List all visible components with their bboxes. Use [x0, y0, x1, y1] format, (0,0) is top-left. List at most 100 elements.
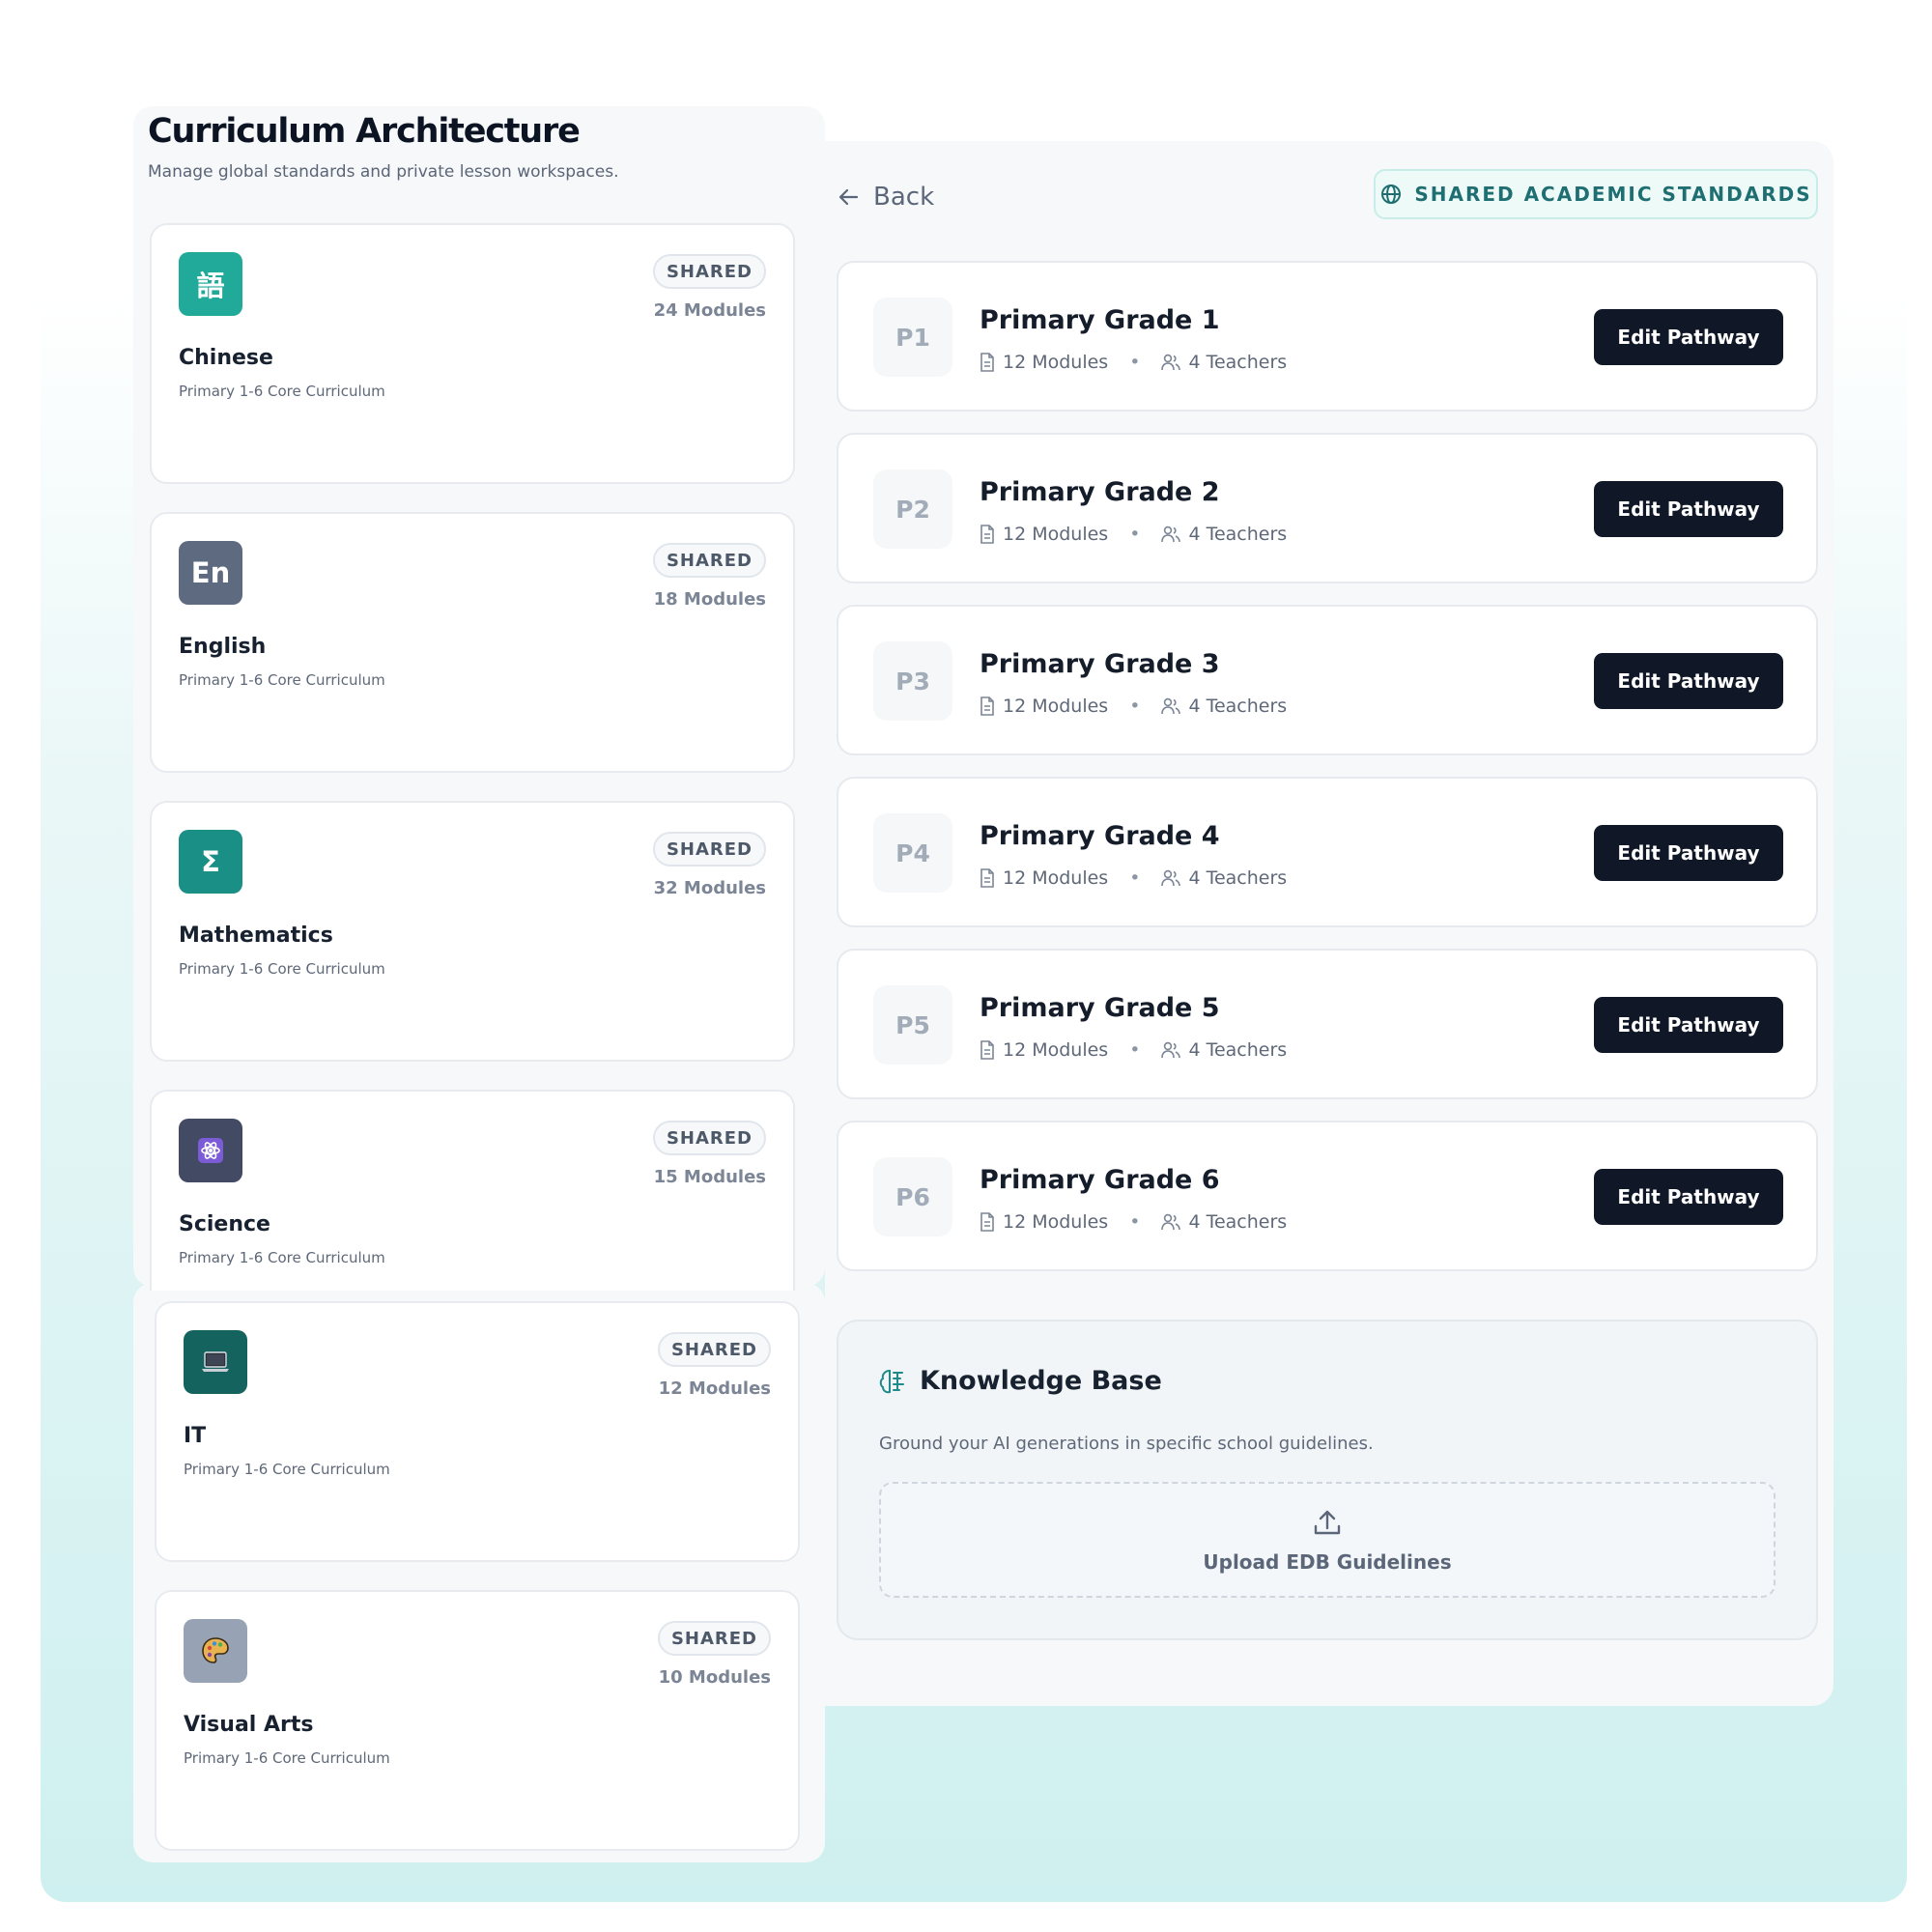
shared-badge: SHARED — [652, 543, 766, 578]
document-icon — [980, 1040, 994, 1060]
knowledge-base-description: Ground your AI generations in specific s… — [879, 1434, 1374, 1454]
module-count: 24 Modules — [653, 300, 766, 321]
separator-dot: • — [1129, 1039, 1141, 1061]
teachers-icon — [1161, 869, 1181, 887]
teachers-icon — [1161, 697, 1181, 715]
grade-title: Primary Grade 6 — [980, 1165, 1220, 1195]
subject-description: Primary 1-6 Core Curriculum — [179, 383, 385, 400]
subject-card-science[interactable]: SHARED 15 Modules Science Primary 1-6 Co… — [150, 1090, 795, 1291]
grade-card-p3: P3 Primary Grade 3 12 Modules • 4 Teache… — [837, 605, 1818, 755]
grade-modules: 12 Modules — [1003, 524, 1109, 545]
grade-title: Primary Grade 5 — [980, 993, 1220, 1023]
subject-name: Mathematics — [179, 923, 333, 948]
palette-glyph-icon — [202, 1637, 229, 1663]
module-count: 15 Modules — [653, 1167, 766, 1187]
grade-teachers: 4 Teachers — [1188, 1039, 1288, 1061]
grade-teachers: 4 Teachers — [1188, 696, 1288, 717]
atom-glyph-icon — [198, 1138, 223, 1163]
subject-name: Chinese — [179, 346, 273, 370]
shared-badge: SHARED — [652, 832, 766, 867]
subject-description: Primary 1-6 Core Curriculum — [179, 1249, 385, 1266]
knowledge-base-card: Knowledge Base Ground your AI generation… — [837, 1320, 1818, 1640]
grade-title: Primary Grade 1 — [980, 305, 1220, 335]
grade-modules: 12 Modules — [1003, 1211, 1109, 1233]
sigma-icon: Σ — [179, 830, 242, 894]
grade-card-p2: P2 Primary Grade 2 12 Modules • 4 Teache… — [837, 433, 1818, 583]
grade-tag: P4 — [873, 813, 952, 893]
brain-icon — [879, 1369, 904, 1393]
chinese-character-icon: 語 — [179, 252, 242, 316]
grade-teachers: 4 Teachers — [1188, 524, 1288, 545]
teachers-icon — [1161, 526, 1181, 543]
teachers-icon — [1161, 1213, 1181, 1231]
edit-pathway-button[interactable]: Edit Pathway — [1594, 825, 1783, 881]
document-icon — [980, 696, 994, 716]
upload-dropzone[interactable]: Upload EDB Guidelines — [879, 1482, 1776, 1598]
grade-title: Primary Grade 4 — [980, 821, 1220, 851]
subject-description: Primary 1-6 Core Curriculum — [184, 1461, 390, 1478]
grade-tag: P1 — [873, 298, 952, 377]
subject-description: Primary 1-6 Core Curriculum — [179, 671, 385, 689]
knowledge-base-header: Knowledge Base — [879, 1366, 1162, 1396]
shared-badge: SHARED — [657, 1621, 771, 1656]
subject-description: Primary 1-6 Core Curriculum — [184, 1749, 390, 1767]
subject-card-english[interactable]: En SHARED 18 Modules English Primary 1-6… — [150, 512, 795, 773]
upload-icon — [1314, 1510, 1341, 1535]
grade-modules: 12 Modules — [1003, 1039, 1109, 1061]
shared-standards-badge: SHARED ACADEMIC STANDARDS — [1374, 169, 1818, 219]
back-button[interactable]: Back — [837, 178, 934, 216]
separator-dot: • — [1129, 352, 1141, 373]
grade-card-p5: P5 Primary Grade 5 12 Modules • 4 Teache… — [837, 949, 1818, 1099]
separator-dot: • — [1129, 867, 1141, 889]
subject-card-it[interactable]: SHARED 12 Modules IT Primary 1-6 Core Cu… — [155, 1301, 800, 1562]
laptop-glyph-icon — [202, 1351, 229, 1372]
edit-pathway-button[interactable]: Edit Pathway — [1594, 481, 1783, 537]
laptop-icon — [184, 1330, 247, 1394]
edit-pathway-button[interactable]: Edit Pathway — [1594, 1169, 1783, 1225]
grade-meta: 12 Modules • 4 Teachers — [980, 867, 1287, 889]
grade-modules: 12 Modules — [1003, 352, 1109, 373]
separator-dot: • — [1129, 524, 1141, 545]
document-icon — [980, 353, 994, 372]
edit-pathway-button[interactable]: Edit Pathway — [1594, 309, 1783, 365]
grade-meta: 12 Modules • 4 Teachers — [980, 352, 1287, 373]
subject-name: IT — [184, 1424, 207, 1448]
arrow-left-icon — [838, 188, 859, 206]
grade-modules: 12 Modules — [1003, 867, 1109, 889]
english-letters-icon: En — [179, 541, 242, 605]
subject-name: Science — [179, 1212, 270, 1236]
subject-card-visual-arts[interactable]: SHARED 10 Modules Visual Arts Primary 1-… — [155, 1590, 800, 1851]
page-title: Curriculum Architecture — [148, 112, 581, 151]
grade-tag: P5 — [873, 985, 952, 1065]
grade-card-p4: P4 Primary Grade 4 12 Modules • 4 Teache… — [837, 777, 1818, 927]
palette-icon — [184, 1619, 247, 1683]
grade-teachers: 4 Teachers — [1188, 1211, 1288, 1233]
subject-description: Primary 1-6 Core Curriculum — [179, 960, 385, 978]
grade-meta: 12 Modules • 4 Teachers — [980, 1211, 1287, 1233]
document-icon — [980, 1212, 994, 1232]
grade-meta: 12 Modules • 4 Teachers — [980, 696, 1287, 717]
edit-pathway-button[interactable]: Edit Pathway — [1594, 653, 1783, 709]
edit-pathway-button[interactable]: Edit Pathway — [1594, 997, 1783, 1053]
module-count: 10 Modules — [658, 1667, 771, 1688]
grade-card-p1: P1 Primary Grade 1 12 Modules • 4 Teache… — [837, 261, 1818, 412]
module-count: 12 Modules — [658, 1378, 771, 1399]
upload-label: Upload EDB Guidelines — [1203, 1550, 1452, 1574]
grade-meta: 12 Modules • 4 Teachers — [980, 1039, 1287, 1061]
standards-label: SHARED ACADEMIC STANDARDS — [1414, 183, 1812, 206]
teachers-icon — [1161, 354, 1181, 371]
shared-badge: SHARED — [652, 1121, 766, 1155]
module-count: 32 Modules — [653, 878, 766, 898]
document-icon — [980, 868, 994, 888]
grade-tag: P3 — [873, 641, 952, 721]
grade-card-p6: P6 Primary Grade 6 12 Modules • 4 Teache… — [837, 1121, 1818, 1271]
subject-card-mathematics[interactable]: Σ SHARED 32 Modules Mathematics Primary … — [150, 801, 795, 1062]
module-count: 18 Modules — [653, 589, 766, 610]
grade-modules: 12 Modules — [1003, 696, 1109, 717]
subject-name: English — [179, 635, 267, 659]
subject-card-chinese[interactable]: 語 SHARED 24 Modules Chinese Primary 1-6 … — [150, 223, 795, 484]
grade-tag: P2 — [873, 469, 952, 549]
grade-tag: P6 — [873, 1157, 952, 1236]
grade-teachers: 4 Teachers — [1188, 867, 1288, 889]
knowledge-base-title: Knowledge Base — [920, 1366, 1162, 1396]
